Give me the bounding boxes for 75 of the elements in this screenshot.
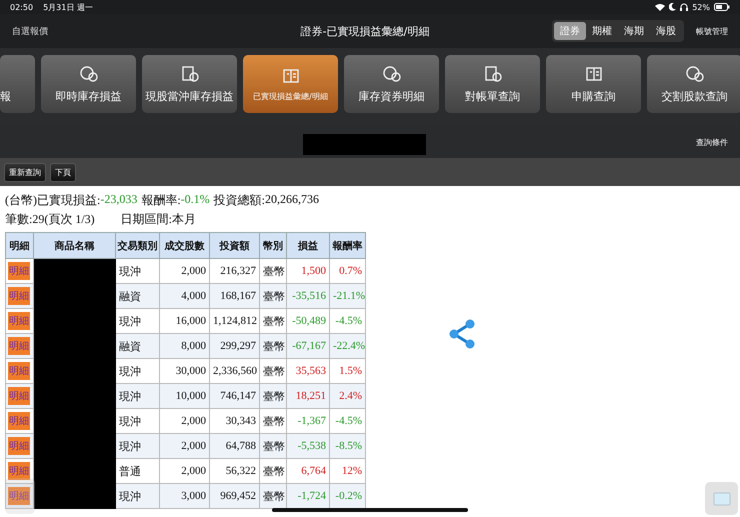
document-icon [584,64,604,82]
summary-value: -23,033 [100,192,138,208]
table-cell: 現沖 [116,384,160,408]
table-cell: -67,167 [286,334,330,358]
column-header: 成交股數 [160,232,210,258]
page-title: 證券-已實現損益彙總/明細 [300,24,430,38]
toolbar-button[interactable]: 下頁 [50,162,76,182]
document-icon [280,66,300,84]
summary-label: (台幣)已實現損益: [5,192,100,209]
table-cell: 3,000 [160,484,210,508]
table-cell: 臺幣 [260,484,286,508]
summary-label: 報酬率: [141,192,181,209]
battery-percent: 52% [692,2,710,12]
table-cell: 臺幣 [260,334,286,358]
menu-tile[interactable]: 報 [0,55,35,113]
table-cell: 64,788 [210,434,260,458]
market-tab[interactable]: 海期 [618,22,650,40]
table-cell: 4,000 [160,284,210,308]
table-cell: -1,724 [286,484,330,508]
watchlist-link[interactable]: 自選報價 [12,24,48,38]
column-header: 報酬率 [330,232,366,258]
table-cell: 臺幣 [260,434,286,458]
info-text: 筆數:29(頁次 1/3) [5,211,95,228]
table-cell: -0.2% [330,484,366,508]
menu-tile[interactable]: 對帳單查詢 [445,55,540,113]
menu-tile[interactable]: 申購查詢 [546,55,641,113]
moon-icon [669,3,676,11]
status-date: 5月31日 週一 [43,2,93,12]
summary-value: -0.1% [180,192,210,208]
table-cell: 969,452 [210,484,260,508]
table-cell: 臺幣 [260,284,286,308]
table-cell: 746,147 [210,384,260,408]
table-cell: -21.1% [330,284,366,308]
table-cell: 2.4% [330,384,366,408]
table-cell: 臺幣 [260,384,286,408]
table-cell: -35,516 [286,284,330,308]
status-time: 02:50 [10,2,34,12]
menu-tile[interactable]: 現股當沖庫存損益 [142,55,237,113]
table-cell: 2,000 [160,434,210,458]
menu-tile[interactable]: 庫存資券明細 [344,55,439,113]
table-cell: 10,000 [160,384,210,408]
wifi-icon [655,3,666,11]
market-tab[interactable]: 海股 [650,22,682,40]
column-header: 交易類別 [116,232,160,258]
floating-button[interactable] [5,478,35,514]
summary-label: 投資總額: [214,192,266,209]
table-cell: 現沖 [116,434,160,458]
summary-value: 20,266,736 [265,192,320,208]
menu-tile[interactable]: 交割股款查詢 [647,55,740,113]
table-cell: 融資 [116,334,160,358]
menu-tile[interactable]: 已實現損益彙總/明細 [243,55,338,113]
column-header: 幣別 [260,232,286,258]
table-cell: 18,251 [286,384,330,408]
column-header: 商品名稱 [34,232,116,258]
table-cell: 融資 [116,284,160,308]
headphones-icon [680,3,688,11]
table-cell: -8.5% [330,434,366,458]
query-conditions-link[interactable]: 查詢條件 [696,136,728,148]
account-management-link[interactable]: 帳號管理 [696,26,728,36]
table-cell: -5,538 [286,434,330,458]
table-cell: 168,167 [210,284,260,308]
market-tab[interactable]: 期權 [586,22,618,40]
table-cell: 現沖 [116,484,160,508]
battery-icon [714,3,730,11]
column-header: 損益 [286,232,330,258]
share-icon[interactable] [448,319,476,349]
info-text: 日期區間:本月 [120,211,196,228]
screen-icon [712,492,730,506]
toolbar-button[interactable]: 重新查詢 [4,162,46,182]
column-header: 明細 [6,232,34,258]
column-header: 投資額 [210,232,260,258]
table-cell: 299,297 [210,334,260,358]
menu-tile[interactable]: 即時庫存損益 [41,55,136,113]
table-cell: 8,000 [160,334,210,358]
table-cell: -22.4% [330,334,366,358]
